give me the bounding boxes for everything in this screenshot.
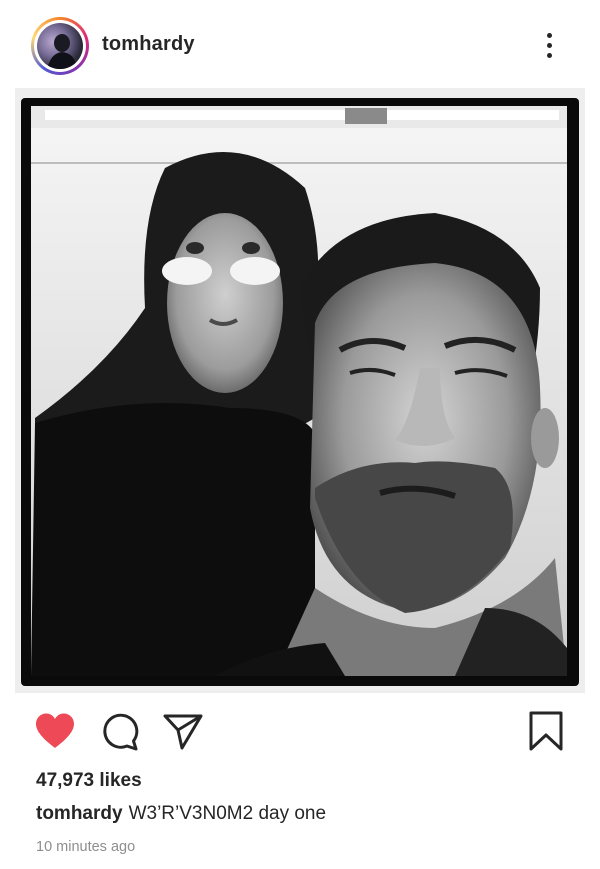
heart-icon[interactable] [34,712,76,755]
post-header: tomhardy [0,0,600,92]
post-timestamp: 10 minutes ago [36,839,136,855]
photo-illustration [21,98,579,686]
bookmark-icon[interactable] [528,710,564,757]
post-photo[interactable] [15,88,585,693]
comment-icon[interactable] [100,712,140,757]
send-icon[interactable] [162,712,204,757]
likes-count[interactable]: 47,973 likes [36,770,142,792]
post-actions [0,700,600,760]
avatar-image [37,23,83,69]
caption-text: W3’R’V3N0M2 day one [128,803,327,824]
avatar[interactable] [31,17,89,75]
post-caption: tomhardy W3’R’V3N0M2 day one [36,803,326,825]
caption-username[interactable]: tomhardy [36,803,123,824]
more-vertical-icon[interactable] [536,30,564,62]
post-username[interactable]: tomhardy [102,33,195,56]
